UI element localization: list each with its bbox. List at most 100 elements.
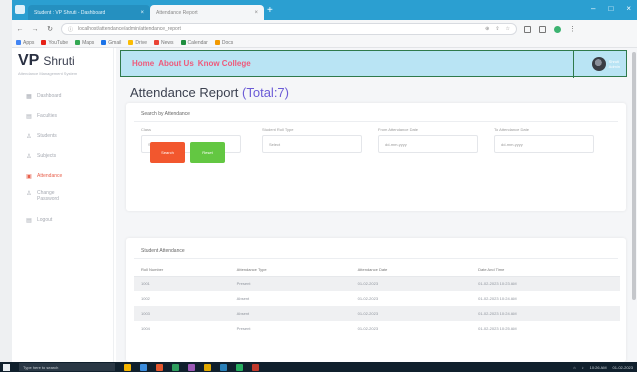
bookmark-item[interactable]: Maps — [75, 40, 94, 46]
table-cell: 1004 — [141, 326, 150, 331]
windows-start-icon[interactable] — [3, 363, 10, 371]
students-icon: ♙ — [26, 133, 32, 140]
table-cell: 01-02-2023 10:24 AM — [471, 306, 620, 321]
close-window-icon[interactable]: × — [626, 4, 631, 13]
back-icon[interactable]: ← — [16, 26, 24, 33]
from-date-input[interactable]: dd-mm-yyyy — [378, 135, 478, 153]
table-row: 1003 Absent 01-02-2023 01-02-2023 10:24 … — [134, 306, 620, 321]
edge-icon[interactable] — [140, 363, 147, 371]
bookmarks-bar: Apps YouTube Maps Gmail Drive News Calen… — [12, 38, 637, 48]
from-date-field: From Attendance Date dd-mm-yyyy — [378, 127, 478, 153]
sidebar-item-attendance[interactable]: ▣ Attendance — [12, 166, 113, 186]
tab-dashboard[interactable]: Student : VP Shruti - Dashboard × — [28, 5, 150, 20]
sidebar-item-label: Change Password — [37, 190, 59, 202]
app-icon[interactable] — [188, 363, 195, 371]
app-icon[interactable] — [172, 363, 179, 371]
forward-icon[interactable]: → — [31, 26, 39, 33]
column-header[interactable]: Roll Number — [134, 264, 230, 277]
share-icon[interactable]: ⇧ — [495, 26, 499, 32]
app-icon[interactable] — [204, 363, 211, 371]
table-cell: 01-02-2023 — [350, 306, 472, 321]
sidebar-item-logout[interactable]: ▤ Logout — [12, 210, 113, 230]
divider — [134, 258, 618, 259]
user-menu[interactable]: Shruti Admin — [591, 57, 620, 71]
field-label: Student Roll Type — [262, 127, 294, 132]
clock-time[interactable]: 10:26 AM — [590, 365, 607, 370]
header-divider — [573, 51, 574, 78]
close-icon[interactable]: × — [140, 10, 144, 16]
sidebar-item-label: Dashboard — [37, 93, 62, 99]
field-label: To Attendance Date — [494, 127, 529, 132]
search-button[interactable]: Search — [150, 142, 185, 163]
reset-button[interactable]: Reset — [190, 142, 225, 163]
bookmark-item[interactable]: Gmail — [101, 40, 121, 46]
bookmark-star-icon[interactable]: ☆ — [506, 26, 510, 32]
to-date-field: To Attendance Date dd-mm-yyyy — [494, 127, 594, 153]
excel-icon[interactable] — [236, 363, 243, 371]
bookmark-item[interactable]: Apps — [16, 40, 34, 46]
address-bar[interactable]: ⓘ localhost/attendance/admin/attendance_… — [61, 23, 517, 35]
sidebar-item-faculties[interactable]: ▤ Faculties — [12, 106, 113, 126]
bookmark-item[interactable]: Drive — [128, 40, 147, 46]
table-cell: Absent — [229, 306, 351, 321]
sidebar-item-subjects[interactable]: ♙ Subjects — [12, 146, 113, 166]
close-icon[interactable]: × — [254, 10, 258, 16]
table-cell: 01-02-2023 10:24 AM — [478, 296, 517, 301]
sidebar-nav: ▦ Dashboard ▤ Faculties ♙ Students ♙ Sub… — [12, 86, 113, 230]
sidebar-item-change-password[interactable]: ♙ Change Password — [12, 186, 113, 210]
table-cell: 01-02-2023 — [357, 296, 379, 301]
zoom-icon[interactable]: ⊕ — [485, 26, 489, 32]
attendance-icon: ▣ — [26, 173, 32, 180]
file-explorer-icon[interactable] — [124, 363, 131, 371]
table-row: 1002 Absent 01-02-2023 01-02-2023 10:24 … — [134, 291, 620, 306]
nav-link-about[interactable]: About Us — [158, 59, 194, 68]
volume-icon[interactable]: ♪ — [582, 365, 584, 370]
column-header[interactable]: Attendance Type — [229, 264, 351, 277]
bookmark-item[interactable]: YouTube — [41, 40, 68, 46]
sidebar-item-dashboard[interactable]: ▦ Dashboard — [12, 86, 113, 106]
table-heading: Student Attendance — [141, 248, 185, 254]
word-icon[interactable] — [220, 363, 227, 371]
to-date-input[interactable]: dd-mm-yyyy — [494, 135, 594, 153]
attendance-table-card: Student Attendance Roll Number Attendanc… — [126, 238, 626, 362]
attendance-table: Roll Number Attendance Type Attendance D… — [134, 264, 620, 336]
clock-date[interactable]: 01-02-2023 — [613, 365, 633, 370]
brand-mark: VP — [18, 52, 40, 69]
table-cell: 01-02-2023 10:25 AM — [478, 326, 517, 331]
minimize-icon[interactable]: – — [591, 4, 595, 13]
page-title: Attendance Report (Total:7) — [130, 85, 289, 100]
user-role: Admin — [608, 64, 620, 69]
bookmark-item[interactable]: Calendar — [180, 40, 208, 46]
sidepanel-icon[interactable] — [539, 25, 546, 33]
maximize-icon[interactable]: □ — [608, 4, 613, 13]
new-tab-icon[interactable]: + — [267, 6, 273, 16]
sidebar-item-students[interactable]: ♙ Students — [12, 126, 113, 146]
top-header: Home About Us Know College Shruti Admin — [120, 50, 627, 78]
column-header[interactable]: Date And Time — [471, 264, 620, 277]
roll-type-select[interactable]: Select — [262, 135, 362, 153]
network-icon[interactable]: ⌂ — [573, 365, 575, 370]
site-info-icon[interactable]: ⓘ — [68, 26, 73, 33]
profile-icon[interactable] — [554, 25, 561, 33]
brand[interactable]: VP Shruti — [12, 48, 113, 70]
browser-menu-icon[interactable] — [15, 5, 25, 14]
table-cell: 1003 — [134, 306, 230, 321]
powerpoint-icon[interactable] — [252, 363, 259, 371]
bookmark-item[interactable]: Docs — [214, 40, 233, 46]
chrome-icon[interactable] — [156, 363, 163, 371]
tab-attendance-report[interactable]: Attendance Report × — [150, 5, 264, 20]
reload-icon[interactable]: ↻ — [46, 25, 54, 33]
extension-icon[interactable] — [524, 25, 531, 33]
menu-icon[interactable]: ⋮ — [569, 25, 576, 33]
nav-link-know-college[interactable]: Know College — [198, 59, 251, 68]
logout-icon: ▤ — [26, 217, 32, 224]
column-header[interactable]: Attendance Date — [350, 264, 472, 277]
nav-link-home[interactable]: Home — [132, 59, 154, 68]
url-text: localhost/attendance/admin/attendance_re… — [78, 26, 181, 32]
divider — [134, 121, 618, 122]
bookmark-item[interactable]: News — [154, 40, 174, 46]
taskbar-search-input[interactable]: Type here to search — [19, 363, 115, 371]
extensions-area: ⋮ — [524, 25, 576, 33]
sidebar-item-label: Faculties — [37, 113, 58, 119]
scrollbar[interactable] — [632, 52, 636, 300]
